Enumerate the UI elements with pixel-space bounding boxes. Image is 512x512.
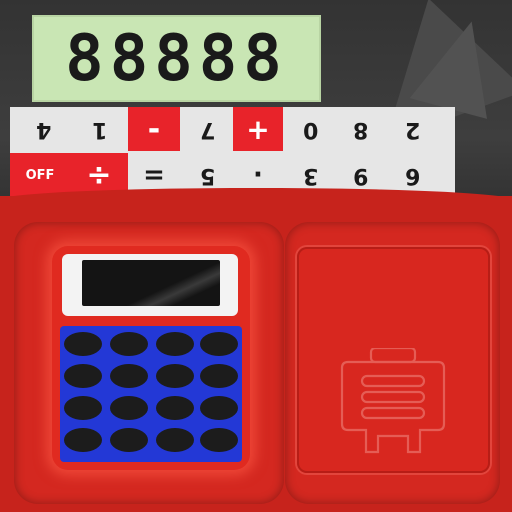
key-4[interactable]: 4 — [16, 107, 72, 151]
key-7[interactable]: 7 — [180, 107, 236, 151]
mini-key — [110, 396, 148, 420]
key-2[interactable]: 2 — [385, 107, 441, 151]
mini-key — [64, 396, 102, 420]
mini-key — [156, 364, 194, 388]
mini-key — [64, 332, 102, 356]
mini-key — [200, 428, 238, 452]
mini-key — [156, 396, 194, 420]
key-off[interactable]: OFF — [10, 153, 70, 197]
mini-key — [110, 332, 148, 356]
key-minus[interactable]: - — [128, 107, 180, 151]
mini-key — [64, 364, 102, 388]
mini-key — [110, 428, 148, 452]
key-0[interactable]: 0 — [283, 107, 339, 151]
mini-key — [200, 364, 238, 388]
mini-key — [110, 364, 148, 388]
calculator-icon[interactable] — [52, 246, 250, 470]
keypad: 4 1 - 7 + 0 8 2 OFF ÷ = 5 · 3 9 6 — [10, 107, 455, 197]
mini-key — [156, 428, 194, 452]
calculator-icon-keys — [60, 326, 242, 462]
case-icon — [340, 348, 446, 454]
key-8[interactable]: 8 — [333, 107, 389, 151]
calculator-icon-screen — [62, 254, 238, 316]
mini-key — [64, 428, 102, 452]
mini-key — [156, 332, 194, 356]
calculator-icon-screen-glass — [82, 260, 220, 306]
mini-key — [200, 396, 238, 420]
mini-key — [200, 332, 238, 356]
key-1[interactable]: 1 — [72, 107, 128, 151]
display-digits: 88888 — [65, 21, 288, 96]
lcd-display: 88888 — [32, 15, 321, 102]
key-plus[interactable]: + — [233, 107, 283, 151]
